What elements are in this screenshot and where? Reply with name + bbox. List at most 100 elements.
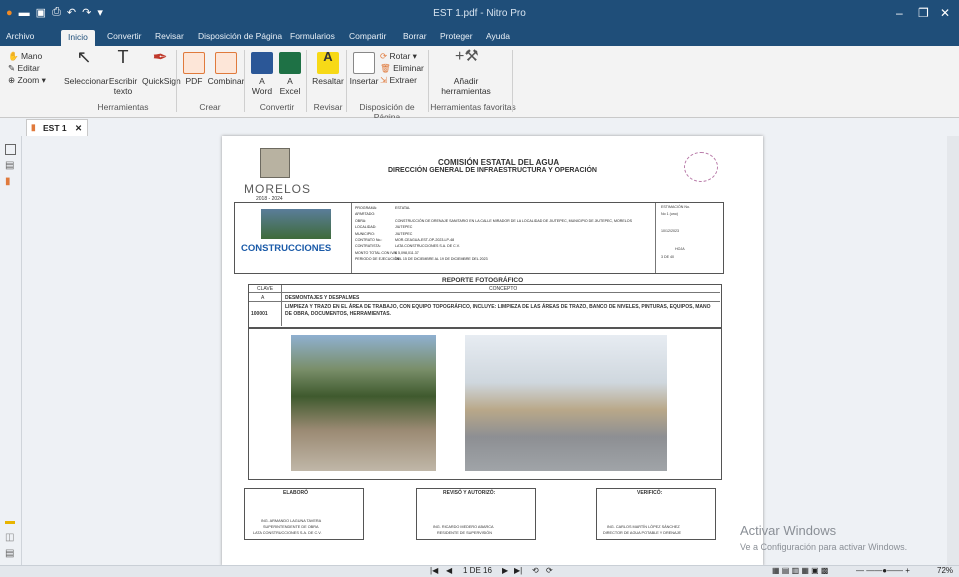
ribbon-tabs: Archivo Inicio Convertir Revisar Disposi… [0, 28, 959, 46]
pdf-button[interactable]: PDF [182, 52, 206, 86]
page-indicator[interactable]: 1 DE 16 [463, 566, 492, 575]
hand-tool-button[interactable]: ✋ Mano [8, 50, 46, 62]
info-value: CONSTRUCCIÓN DE DRENAJE SANITARIO EN LA … [395, 218, 632, 223]
separator [176, 50, 177, 112]
header-subtitle: DIRECCIÓN GENERAL DE INFRAESTRUCTURA Y O… [388, 167, 597, 174]
separator [306, 50, 307, 112]
anadir-herramientas-button[interactable]: +⚒ Añadir herramientas [436, 48, 496, 97]
zoom-icon: ⊕ [8, 75, 16, 85]
rotate-icon: ⟳ [380, 51, 388, 61]
fields-icon[interactable]: ▤ [5, 548, 14, 559]
cursor-icon: ↖ [76, 47, 92, 67]
tab-revisar[interactable]: Revisar [155, 31, 184, 41]
info-value: LATA CONSTRUCCIONES S.A. DE C.V. [395, 244, 460, 249]
concept-table: CLAVE CONCEPTO A DESMONTAJES Y DESPALMES… [248, 284, 722, 328]
tab-disposicion[interactable]: Disposición de Página [198, 31, 282, 41]
col-clave: CLAVE [257, 286, 274, 292]
ribbon: ✋ Mano ✎ Editar ⊕ Zoom ▾ ↖ Seleccionar TE… [0, 46, 959, 122]
tab-borrar[interactable]: Borrar [403, 31, 427, 41]
site-photo-1 [291, 335, 436, 471]
separator [244, 50, 245, 112]
tab-compartir[interactable]: Compartir [349, 31, 386, 41]
tab-convertir[interactable]: Convertir [107, 31, 141, 41]
combinar-button[interactable]: Combinar [206, 52, 246, 86]
tab-formularios[interactable]: Formularios [290, 31, 335, 41]
company-name: CONSTRUCCIONES [241, 243, 332, 254]
first-page-icon[interactable]: |◀ [430, 566, 438, 575]
tab-archivo[interactable]: Archivo [6, 31, 34, 41]
window-title: EST 1.pdf - Nitro Pro [433, 8, 526, 19]
edit-icon: ✎ [8, 63, 16, 73]
prev-page-icon[interactable]: ◀ [446, 566, 452, 575]
document-tab[interactable]: ▮ EST 1 ✕ [26, 119, 88, 136]
comments-icon[interactable]: ▬ [5, 516, 15, 527]
bookmarks-icon[interactable]: ▤ [5, 160, 14, 171]
estimacion-label: ESTIMACIÓN No. [661, 205, 690, 209]
status-bar: |◀ ◀ 1 DE 16 ▶ ▶| ⟲ ⟳ ▦ ▤ ▥ ▦ ▣ ▩ — ——●—… [0, 565, 959, 577]
quicksign-button[interactable]: ✒ QuickSign [142, 48, 181, 86]
tab-inicio[interactable]: Inicio [61, 30, 95, 46]
group-crear: Crear [199, 102, 221, 112]
page-tools: ⟳ Rotar ▾ 🗑 Eliminar ⇲ Extraer [380, 50, 424, 86]
signature-box-2: REVISÓ Y AUTORIZÓ: ING. RICARDO MEDERO A… [416, 488, 536, 540]
hand-icon: ✋ [8, 51, 19, 61]
pages-panel-icon[interactable] [5, 144, 16, 155]
tab-proteger[interactable]: Proteger [440, 31, 473, 41]
morelos-logo-icon [684, 152, 718, 182]
a-excel-button[interactable]: A Excel [278, 52, 302, 96]
escribir-texto-button[interactable]: T Escribir texto [106, 47, 140, 96]
close-icon[interactable]: ✕ [940, 6, 950, 20]
activate-windows-subtitle: Ve a Configuración para activar Windows. [740, 542, 908, 552]
info-value: JIUTEPEC [395, 231, 413, 236]
zoom-button[interactable]: ⊕ Zoom ▾ [8, 74, 46, 86]
info-value: MOR-CEAGUA-EST-OP-2023-LP-48 [395, 238, 455, 243]
output-icon[interactable]: ◫ [5, 532, 14, 543]
row2-clave: 100001 [251, 311, 268, 317]
pdf-new-icon [183, 52, 205, 74]
seleccionar-button[interactable]: ↖ Seleccionar [64, 47, 108, 86]
rotar-button[interactable]: ⟳ Rotar ▾ [380, 50, 424, 62]
attachments-icon[interactable]: ▮ [5, 176, 11, 187]
close-tab-icon[interactable]: ✕ [75, 123, 82, 134]
group-convertir: Convertir [259, 102, 295, 112]
rewind-icon[interactable]: ⟲ [532, 566, 539, 575]
extract-icon: ⇲ [380, 75, 388, 85]
pdf-file-icon: ▮ [31, 122, 36, 132]
eliminar-button[interactable]: 🗑 Eliminar [380, 62, 424, 74]
next-page-icon[interactable]: ▶ [502, 566, 508, 575]
document-tabs [0, 118, 959, 136]
resaltar-button[interactable]: A Resaltar [310, 50, 346, 86]
forward-icon[interactable]: ⟳ [546, 566, 553, 575]
document-tab-label: EST 1 [43, 123, 67, 133]
a-word-button[interactable]: A Word [250, 52, 274, 96]
add-tools-icon: +⚒ [455, 48, 479, 65]
row1-concepto: DESMONTAJES Y DESPALMES [285, 295, 360, 301]
zoom-slider[interactable]: — ——●—— + [856, 566, 910, 575]
minimize-icon[interactable]: – [896, 6, 903, 20]
activate-windows-title: Activar Windows [740, 523, 837, 538]
left-sidebar: ▤ ▮ ▬ ◫ ▤ [0, 136, 22, 565]
info-fields: PROGRAMA: ESTATAL APARTADO: OBRA: CONSTRUCCI… [355, 205, 653, 263]
edit-tool-button[interactable]: ✎ Editar [8, 62, 46, 74]
info-row: PERIODO DE EJECUCIÓN:DEL 15 DE DICIEMBRE… [355, 256, 653, 262]
insert-page-icon [353, 52, 375, 74]
tab-ayuda[interactable]: Ayuda [486, 31, 510, 41]
info-value: DEL 15 DE DICIEMBRE AL 19 DE DICIEMBRE D… [395, 257, 488, 262]
vertical-scrollbar[interactable] [947, 136, 959, 565]
photo-frame [248, 328, 722, 480]
extraer-button[interactable]: ⇲ Extraer [380, 74, 424, 86]
highlight-icon: A [317, 50, 339, 74]
last-page-icon[interactable]: ▶| [514, 566, 522, 575]
hoja-value: 3 DE 40 [661, 255, 674, 259]
info-value: JIUTEPEC [395, 225, 413, 230]
info-value: ESTATAL [395, 206, 411, 210]
col-concepto: CONCEPTO [489, 286, 518, 292]
site-photo-2 [465, 335, 667, 471]
insertar-button[interactable]: Insertar [348, 52, 380, 86]
restore-icon[interactable]: ❐ [918, 6, 929, 20]
morelos-text: MORELOS [244, 182, 312, 196]
view-mode-icon[interactable]: ▦ ▤ ▥ ▦ ▣ ▩ [772, 566, 828, 575]
company-logo-icon [261, 209, 331, 239]
header-title: COMISIÓN ESTATAL DEL AGUA [438, 158, 560, 167]
text-icon: T [117, 47, 129, 67]
